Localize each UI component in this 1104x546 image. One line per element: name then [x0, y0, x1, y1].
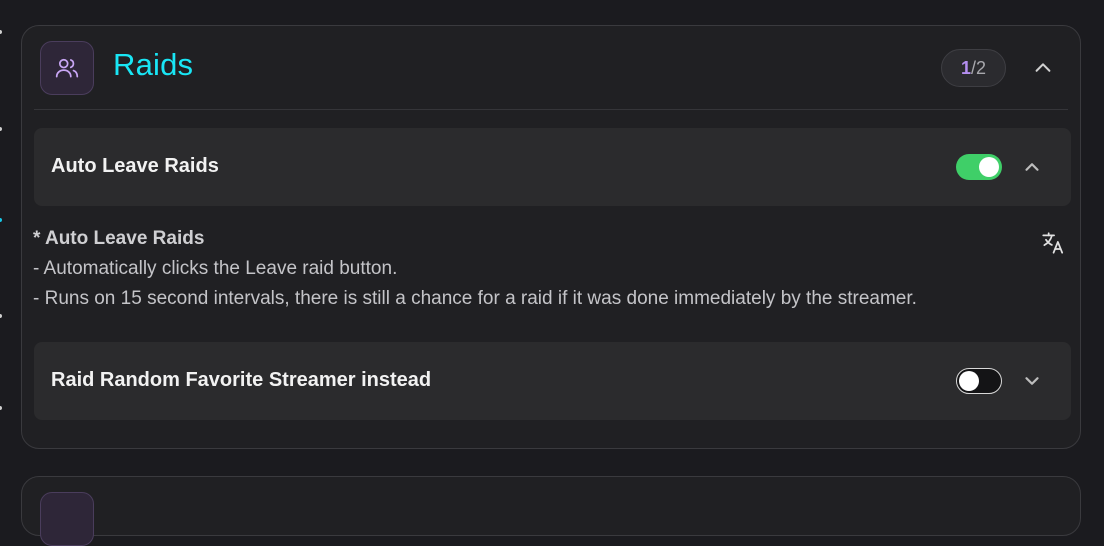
chevron-up-icon	[1035, 63, 1051, 72]
toggle-knob	[979, 157, 999, 177]
setting-row-auto-leave-raids[interactable]: Auto Leave Raids	[34, 128, 1071, 206]
header-divider	[34, 109, 1068, 110]
chevron-up-icon	[1025, 163, 1039, 171]
translate-button[interactable]	[1038, 228, 1068, 258]
setting-label: Auto Leave Raids	[51, 155, 219, 177]
page-counter-badge: 1/2	[941, 49, 1006, 87]
edge-marker	[0, 314, 2, 318]
toggle-knob	[959, 370, 979, 391]
edge-marker	[0, 406, 2, 410]
panel-header[interactable]: Raids 1/2	[22, 26, 1080, 110]
edge-marker-active	[0, 218, 2, 222]
description-line: - Automatically clicks the Leave raid bu…	[33, 258, 398, 279]
setting-label: Raid Random Favorite Streamer instead	[51, 369, 432, 391]
collapse-setting-button[interactable]	[1018, 153, 1046, 181]
description-title: * Auto Leave Raids	[33, 228, 205, 249]
users-icon	[40, 41, 94, 95]
translate-icon	[1042, 232, 1064, 254]
edge-marker	[0, 30, 2, 34]
expand-setting-button[interactable]	[1018, 367, 1046, 395]
collapse-panel-button[interactable]	[1029, 54, 1057, 82]
setting-row-raid-random-favorite[interactable]: Raid Random Favorite Streamer instead	[34, 342, 1071, 420]
panel-title: Raids	[113, 47, 194, 82]
counter-current: 1	[960, 57, 971, 78]
auto-leave-raids-toggle[interactable]	[956, 154, 1002, 180]
raids-panel: Raids 1/2 Auto Leave Raids * Auto Leave …	[21, 25, 1081, 449]
next-panel	[21, 476, 1081, 546]
edge-marker	[0, 127, 2, 131]
description-line: - Runs on 15 second intervals, there is …	[33, 288, 917, 309]
chevron-down-icon	[1025, 377, 1039, 385]
raid-random-favorite-toggle[interactable]	[956, 368, 1002, 394]
setting-description: * Auto Leave Raids - Automatically click…	[33, 224, 1033, 314]
panel-icon	[40, 492, 94, 546]
counter-total: 2	[976, 57, 987, 78]
